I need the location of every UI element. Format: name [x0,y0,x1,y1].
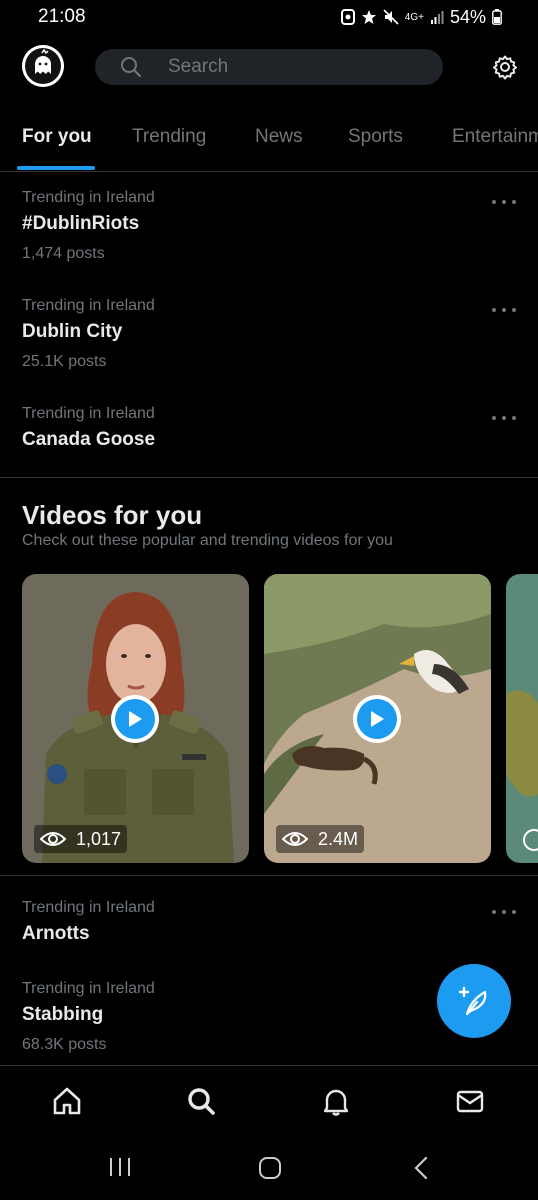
trend-context: Trending in Ireland [22,980,155,997]
home-icon[interactable] [52,1086,82,1116]
status-bar: 21:08 4G+ 54% [0,0,538,34]
battery-icon [492,9,502,25]
more-icon[interactable] [492,413,516,423]
trend-context: Trending in Ireland [22,899,155,916]
video-card[interactable]: 2.4M [264,574,491,863]
avatar[interactable] [22,45,64,87]
eye-icon [40,832,66,846]
trend-name: Stabbing [22,1004,104,1025]
tab-trending[interactable]: Trending [132,126,206,148]
system-nav-bar [0,1133,538,1200]
trend-name: Arnotts [22,923,90,944]
trend-post-count: 68.3K posts [22,1036,107,1053]
trend-name: #DublinRiots [22,213,140,234]
section-divider [0,477,538,478]
play-button[interactable] [353,695,401,743]
mute-icon [383,9,399,25]
gear-icon[interactable] [492,54,518,80]
search-input[interactable]: Search [95,49,443,85]
battery-level: 54% [449,6,486,27]
play-icon [129,711,142,727]
notification-icon [340,9,355,25]
view-count-value: 1,017 [76,828,122,849]
trend-item[interactable]: Trending in Ireland #DublinRiots 1,474 p… [0,188,538,272]
trend-context: Trending in Ireland [22,297,155,314]
mail-icon[interactable] [455,1086,485,1116]
trend-item[interactable]: Trending in Ireland Arnotts [0,898,538,954]
search-icon [121,57,142,78]
trend-name: Dublin City [22,321,123,342]
back-icon[interactable] [412,1156,430,1180]
trend-item[interactable]: Trending in Ireland Dublin City 25.1K po… [0,296,538,380]
tab-sports[interactable]: Sports [348,126,403,148]
trend-post-count: 25.1K posts [22,353,107,370]
recents-icon[interactable] [108,1156,132,1178]
eye-icon [282,832,308,846]
more-icon[interactable] [492,907,516,917]
signal-icon [430,10,444,24]
network-label: 4G+ [404,11,424,23]
compose-icon [458,986,487,1016]
trend-context: Trending in Ireland [22,189,155,206]
trend-post-count: 1,474 posts [22,245,105,262]
play-button[interactable] [111,695,159,743]
tab-news[interactable]: News [255,126,303,148]
view-count-value: 2.4M [318,828,359,849]
videos-section-subtitle: Check out these popular and trending vid… [22,532,393,549]
video-card[interactable]: 1,017 [22,574,249,863]
tab-for-you[interactable]: For you [22,126,92,148]
videos-section-title: Videos for you [22,500,203,530]
star-icon [361,9,377,25]
explore-tabs: For you Trending News Sports Entertainme… [0,112,538,172]
trend-item[interactable]: Trending in Ireland Canada Goose [0,404,538,460]
status-time: 21:08 [38,6,86,27]
bottom-nav [0,1065,538,1133]
trend-name: Canada Goose [22,429,156,450]
active-tab-indicator [17,166,95,170]
play-icon [371,711,384,727]
video-thumbnail [506,574,538,863]
home-system-icon[interactable] [258,1156,282,1180]
status-icons: 4G+ 54% [340,6,502,28]
trend-context: Trending in Ireland [22,405,155,422]
tab-entertainment[interactable]: Entertainment [452,126,538,148]
view-count: 1,017 [34,825,128,853]
compose-button[interactable] [437,964,511,1038]
explore-icon[interactable] [186,1086,216,1116]
video-card[interactable] [506,574,538,863]
search-placeholder: Search [168,56,229,77]
bell-icon[interactable] [321,1086,351,1116]
view-count: 2.4M [276,825,365,853]
more-icon[interactable] [492,197,516,207]
more-icon[interactable] [492,305,516,315]
section-divider [0,875,538,876]
top-header: Search [0,40,538,96]
